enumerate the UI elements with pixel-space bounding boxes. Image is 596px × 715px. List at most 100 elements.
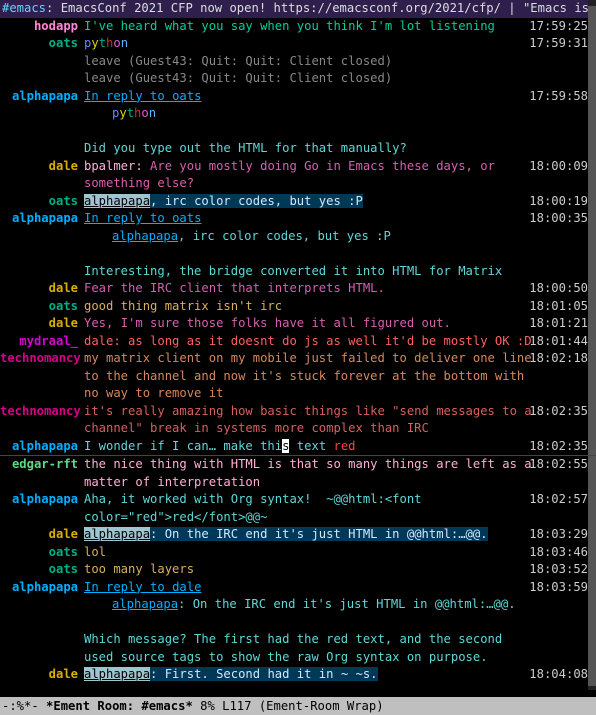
nick-dale: dale <box>0 666 84 684</box>
timestamp: 17:59:25 <box>529 18 588 36</box>
room-name: #emacs <box>2 1 46 15</box>
quote-text: alphapapa, irc color codes, but yes :P <box>84 228 596 246</box>
nick-dale: dale <box>0 280 84 298</box>
message-text: lol <box>84 544 596 562</box>
nick-dale: dale <box>0 158 84 193</box>
message-row: hodapp I've heard what you say when you … <box>0 18 596 36</box>
nick-mydraal: mydraal_ <box>0 333 84 351</box>
timestamp: 18:03:59 <box>529 579 588 597</box>
quote-text: alphapapa: On the IRC end it's just HTML… <box>84 596 596 614</box>
nick-oats: oats <box>0 298 84 316</box>
nick-edgar: edgar-rft <box>0 456 84 491</box>
message-row: technomancy it's really amazing how basi… <box>0 403 596 438</box>
message-text: Fear the IRC client that interprets HTML… <box>84 280 596 298</box>
message-text: Yes, I'm sure those folks have it all fi… <box>84 315 596 333</box>
nick-link-alphapapa[interactable]: alphapapa <box>112 229 178 243</box>
channel-topic-bar: #emacs: EmacsConf 2021 CFP now open! htt… <box>0 0 596 18</box>
message-row: alphapapa In reply to oats 18:00:35 <box>0 210 596 228</box>
timestamp: 18:01:21 <box>529 315 588 333</box>
message-text: I've heard what you say when you think I… <box>84 18 596 36</box>
timestamp: 18:03:52 <box>529 561 588 579</box>
message-text: alphapapa: On the IRC end it's just HTML… <box>84 526 596 544</box>
modeline-position: 8% L117 <box>193 699 259 713</box>
message-row: dale Fear the IRC client that interprets… <box>0 280 596 298</box>
timestamp: 18:00:35 <box>529 210 588 228</box>
quote-row: alphapapa: On the IRC end it's just HTML… <box>0 596 596 614</box>
nick-oats: oats <box>0 544 84 562</box>
message-text: Aha, it worked with Org syntax! ~@@html:… <box>84 491 596 526</box>
modeline-mode: (Ement-Room Wrap) <box>259 699 384 713</box>
timestamp: 18:02:35 <box>529 438 588 456</box>
quote-row: alphapapa, irc color codes, but yes :P <box>0 228 596 246</box>
mode-line: -:%*- *Ement Room: #emacs* 8% L117 (Emen… <box>0 697 596 715</box>
message-row: Which message? The first had the red tex… <box>0 631 596 666</box>
nick-alphapapa: alphapapa <box>0 210 84 228</box>
nick-empty <box>0 53 84 71</box>
message-row: alphapapa I wonder if I can… make this t… <box>0 438 596 456</box>
message-row: oats alphapapa, irc color codes, but yes… <box>0 193 596 211</box>
message-text: dale: as long as it doesnt do js as well… <box>84 333 596 351</box>
modeline-flags: -:%*- <box>2 699 46 713</box>
quote-row: python <box>0 105 596 123</box>
nick-oats: oats <box>0 561 84 579</box>
reply-header: In reply to oats <box>84 210 596 228</box>
message-text: Interesting, the bridge converted it int… <box>84 263 596 281</box>
reply-link[interactable]: In reply to <box>84 211 172 225</box>
nick-alphapapa: alphapapa <box>0 88 84 106</box>
timestamp: 18:03:29 <box>529 526 588 544</box>
reply-link[interactable]: In reply to <box>84 580 172 594</box>
message-text: alphapapa, irc color codes, but yes :P <box>84 193 596 211</box>
message-row: alphapapa In reply to oats 17:59:58 <box>0 88 596 106</box>
message-row: oats python 17:59:31 <box>0 35 596 53</box>
nick-hodapp: hodapp <box>0 18 84 36</box>
message-text: too many layers <box>84 561 596 579</box>
reply-link[interactable]: In reply to <box>84 89 172 103</box>
mention-alphapapa[interactable]: alphapapa <box>84 527 150 541</box>
timestamp: 18:03:46 <box>529 544 588 562</box>
nick-empty <box>0 631 84 666</box>
nick-oats: oats <box>0 35 84 53</box>
timestamp: 18:01:44 <box>529 333 588 351</box>
message-row: mydraal_ dale: as long as it doesnt do j… <box>0 333 596 351</box>
message-text: python <box>84 35 596 53</box>
message-row: edgar-rft the nice thing with HTML is th… <box>0 456 596 491</box>
buffer-name: *Ement Room: #emacs* <box>46 699 193 713</box>
message-row: oats lol 18:03:46 <box>0 544 596 562</box>
nick-alphapapa: alphapapa <box>0 491 84 526</box>
mention-alphapapa[interactable]: alphapapa <box>84 667 150 681</box>
nick-empty <box>0 140 84 158</box>
message-text: Which message? The first had the red tex… <box>84 631 596 666</box>
message-row: technomancy my matrix client on my mobil… <box>0 350 596 403</box>
nick-empty <box>0 596 84 614</box>
message-row: alphapapa Aha, it worked with Org syntax… <box>0 491 596 526</box>
timestamp: 18:04:08 <box>529 666 588 684</box>
reply-header: In reply to dale <box>84 579 596 597</box>
nick-empty <box>0 263 84 281</box>
nick-oats: oats <box>0 193 84 211</box>
timestamp: 18:00:09 <box>529 158 588 176</box>
mention-alphapapa[interactable]: alphapapa <box>84 194 150 208</box>
timestamp: 18:00:50 <box>529 280 588 298</box>
nick-link-alphapapa[interactable]: alphapapa <box>112 597 178 611</box>
nick-link-dale[interactable]: dale <box>172 580 201 594</box>
nick-empty <box>0 105 84 123</box>
message-row: alphapapa In reply to dale 18:03:59 <box>0 579 596 597</box>
nick-alphapapa: alphapapa <box>0 579 84 597</box>
topic-text: : EmacsConf 2021 CFP now open! https://e… <box>46 1 596 15</box>
message-text: alphapapa: First. Second had it in ~ ~s. <box>84 666 596 684</box>
timestamp: 18:02:55 <box>529 456 588 474</box>
timestamp: 17:59:31 <box>529 35 588 53</box>
message-text: good thing matrix isn't irc <box>84 298 596 316</box>
timestamp: 18:00:19 <box>529 193 588 211</box>
timestamp: 17:59:58 <box>529 88 588 106</box>
nick-link-oats[interactable]: oats <box>172 89 201 103</box>
nick-dale: dale <box>0 526 84 544</box>
message-text: bpalmer: Are you mostly doing Go in Emac… <box>84 158 596 193</box>
nick-link-oats[interactable]: oats <box>172 211 201 225</box>
message-row: oats good thing matrix isn't irc 18:01:0… <box>0 298 596 316</box>
message-row: dale alphapapa: On the IRC end it's just… <box>0 526 596 544</box>
nick-alphapapa: alphapapa <box>0 438 84 456</box>
timestamp: 18:02:57 <box>529 491 588 509</box>
message-text: I wonder if I can… make this text red <box>84 438 596 456</box>
timestamp: 18:02:35 <box>529 403 588 421</box>
